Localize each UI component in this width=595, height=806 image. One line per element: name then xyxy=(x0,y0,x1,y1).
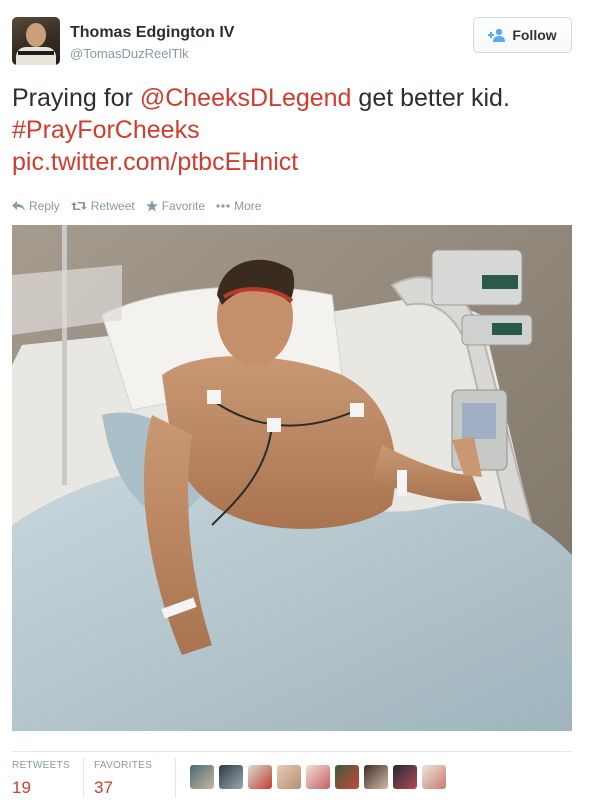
hashtag-link[interactable]: #PrayForCheeks xyxy=(12,116,200,144)
tweet-card: Thomas Edgington IV @TomasDuzReelTlk Fol… xyxy=(0,0,595,806)
user-avatar[interactable] xyxy=(12,17,60,65)
favorite-action[interactable]: Favorite xyxy=(145,199,206,213)
favorites-label: FAVORITES xyxy=(94,760,153,771)
stat-separator xyxy=(83,758,84,798)
reply-action[interactable]: Reply xyxy=(12,199,60,213)
retweet-label: Retweet xyxy=(90,199,135,213)
more-action[interactable]: More xyxy=(216,199,261,213)
user-handle[interactable]: @TomasDuzReelTlk xyxy=(70,46,189,61)
retweet-icon xyxy=(70,202,87,210)
mention-link[interactable]: @CheeksDLegend xyxy=(140,84,352,112)
favorites-count: 37 xyxy=(94,778,113,797)
favoriter-avatar[interactable] xyxy=(306,765,330,789)
favoriter-avatar[interactable] xyxy=(219,765,243,789)
retweets-stat[interactable]: RETWEETS 19 xyxy=(12,760,70,798)
favoriter-avatar[interactable] xyxy=(335,765,359,789)
favoriter-avatar[interactable] xyxy=(248,765,272,789)
reply-icon xyxy=(12,201,25,211)
stat-separator xyxy=(175,758,176,798)
tweet-photo[interactable] xyxy=(12,225,572,731)
tweet-text-middle: get better kid. xyxy=(351,84,510,112)
favoriter-avatar[interactable] xyxy=(364,765,388,789)
favorites-stat[interactable]: FAVORITES 37 xyxy=(94,760,152,798)
more-label: More xyxy=(234,199,262,213)
favoriter-avatar[interactable] xyxy=(422,765,446,789)
tweet-text-prefix: Praying for xyxy=(12,84,140,112)
favorite-label: Favorite xyxy=(161,199,206,213)
reply-label: Reply xyxy=(29,199,60,213)
user-display-name[interactable]: Thomas Edgington IV xyxy=(70,24,234,42)
retweets-count: 19 xyxy=(12,778,31,797)
favoriter-avatar[interactable] xyxy=(393,765,417,789)
follow-button-label: Follow xyxy=(512,27,557,43)
favoriter-avatar[interactable] xyxy=(277,765,301,789)
favoriter-avatar[interactable] xyxy=(190,765,214,789)
add-user-icon xyxy=(488,28,506,42)
tweet-text: Praying for @CheeksDLegend get better ki… xyxy=(12,82,572,178)
retweet-action[interactable]: Retweet xyxy=(70,199,135,213)
media-link[interactable]: pic.twitter.com/ptbcEHnict xyxy=(12,148,298,176)
favoriters-list xyxy=(190,765,446,789)
follow-button[interactable]: Follow xyxy=(473,17,572,53)
stats-divider xyxy=(12,751,572,752)
tweet-actions: Reply Retweet Favorite More xyxy=(12,198,272,214)
retweets-label: RETWEETS xyxy=(12,760,70,771)
star-icon xyxy=(145,200,158,212)
more-dots-icon xyxy=(216,204,230,208)
